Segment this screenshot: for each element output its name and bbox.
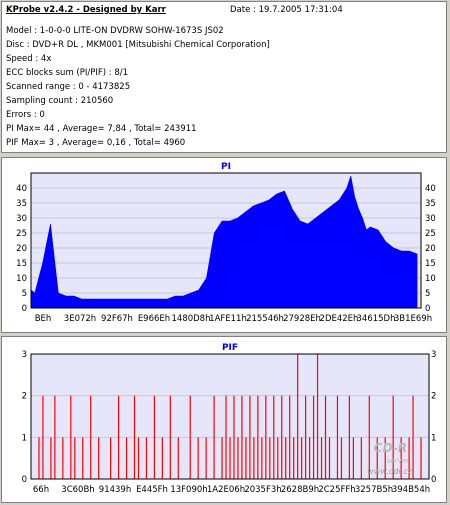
pi-ytick-left: 0 [22, 304, 27, 314]
pi-xtick: 2DE42Eh [320, 314, 359, 324]
pi-ytick-left: 35 [16, 199, 27, 209]
pi-xtick: 1480D8h [172, 314, 211, 324]
pi-ytick-left: 15 [16, 259, 27, 269]
pif-xtick: 91439h [99, 485, 131, 495]
pi-ytick-right: 40 [425, 184, 436, 194]
pif-xtick: 3257B5h [355, 485, 393, 495]
pi-ytick-right: 10 [425, 274, 436, 284]
info-range: Scanned range : 0 - 4173825 [6, 82, 131, 92]
watermark-sub: server [387, 457, 409, 465]
pi-ytick-left: 10 [16, 274, 27, 284]
info-pi-stats: PI Max= 44 , Average= 7,84 , Total= 2439… [6, 124, 197, 134]
pi-ytick-left: 30 [16, 214, 27, 224]
pif-ytick-right: 2 [431, 392, 436, 402]
pi-chart-panel: PI 0 0 5 5 10 10 15 15 20 20 25 25 30 30 35 35 40 40 BEh 3E0… [1, 157, 447, 333]
pif-chart-title: PIF [222, 343, 238, 353]
pi-xtick: 1AFE11h [209, 314, 247, 324]
info-disc: Disc : DVD+R DL , MKM001 [Mitsubishi Che… [6, 40, 270, 50]
pi-xtick: 27928Eh [283, 314, 321, 324]
pi-ytick-left: 40 [16, 184, 27, 194]
pi-ytick-right: 15 [425, 259, 436, 269]
pif-xtick: 66h [33, 485, 49, 495]
info-ecc: ECC blocks sum (PI/PIF) : 8/1 [6, 68, 129, 78]
pif-ytick-left: 1 [22, 433, 27, 443]
watermark-url: www.cdr.cz [367, 467, 413, 476]
pif-xtick: 2035F3h [244, 485, 281, 495]
pi-ytick-right: 25 [425, 229, 436, 239]
pif-ytick-right: 3 [431, 350, 436, 360]
pi-ytick-left: 20 [16, 244, 27, 254]
pi-ytick-right: 20 [425, 244, 436, 254]
pif-ytick-left: 0 [22, 475, 27, 485]
watermark-logo: CD-R [374, 441, 407, 455]
pif-chart-panel: PIF 0 0 1 1 2 2 3 3 66h 3C60Bh 91439h E445Fh 13F090h 1… [1, 336, 447, 503]
pi-ytick-right: 30 [425, 214, 436, 224]
pif-xtick: 13F090h [170, 485, 207, 495]
info-pif-stats: PIF Max= 3 , Average= 0,16 , Total= 4960 [6, 138, 186, 148]
scan-date: Date : 19.7.2005 17:31:04 [230, 5, 343, 15]
pi-xtick: BEh [35, 314, 52, 324]
pi-chart-title: PI [221, 162, 231, 172]
pi-xtick: 3E072h [64, 314, 96, 324]
pif-xtick: E445Fh [136, 485, 168, 495]
pi-xtick: 34615Dh [357, 314, 396, 324]
pif-xtick: 3C60Bh [61, 485, 94, 495]
pif-xtick: 394B54h [392, 485, 430, 495]
pi-ytick-left: 25 [16, 229, 27, 239]
pi-xtick: 92F67h [101, 314, 133, 324]
info-sampling: Sampling count : 210560 [6, 96, 114, 106]
pi-ytick-left: 5 [22, 289, 27, 299]
pi-ytick-right: 0 [425, 304, 430, 314]
pi-xtick: E966Eh [138, 314, 170, 324]
pif-ytick-left: 3 [22, 350, 27, 360]
pif-xtick: 2628B9h [281, 485, 319, 495]
info-errors: Errors : 0 [6, 110, 45, 120]
info-model: Model : 1-0-0-0 LITE-ON DVDRW SOHW-1673S… [6, 26, 224, 36]
app-title: KProbe v2.4.2 - Designed by Karr [6, 5, 166, 15]
pif-xtick: 1A2E06h [207, 485, 245, 495]
pi-xtick: 3B1E69h [394, 314, 432, 324]
pif-ytick-left: 2 [22, 392, 27, 402]
pif-ytick-right: 1 [431, 433, 436, 443]
pi-chart: PI 0 0 5 5 10 10 15 15 20 20 25 25 30 30 35 35 40 40 BEh 3E0… [16, 162, 436, 324]
pi-xtick: 215546h [246, 314, 284, 324]
pif-ytick-right: 0 [431, 475, 436, 485]
pif-chart: PIF 0 0 1 1 2 2 3 3 66h 3C60Bh 91439h E445Fh 13F090h 1… [22, 343, 437, 495]
info-speed: Speed : 4x [6, 54, 52, 64]
info-panel: KProbe v2.4.2 - Designed by Karr Date : … [1, 1, 447, 153]
pi-ytick-right: 5 [425, 289, 430, 299]
pif-xtick: 2C25FFh [318, 485, 355, 495]
pi-ytick-right: 35 [425, 199, 436, 209]
